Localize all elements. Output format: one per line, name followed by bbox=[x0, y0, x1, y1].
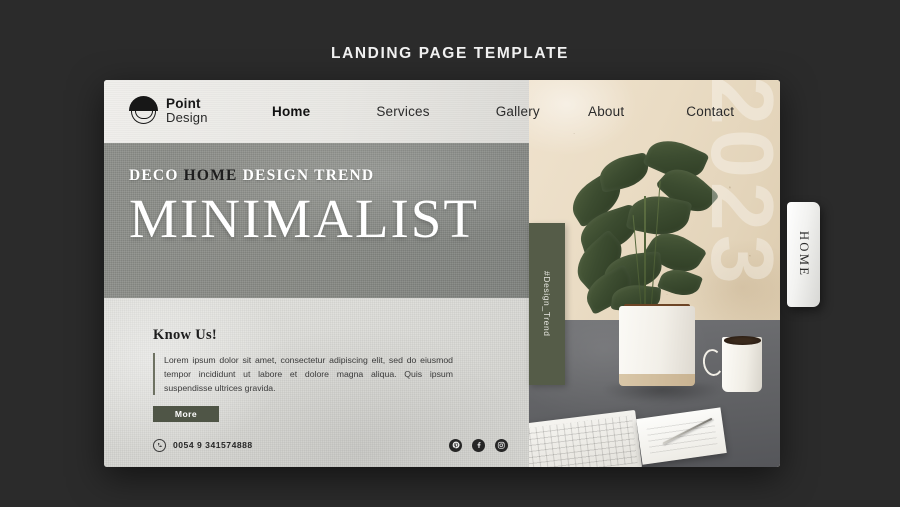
hero-title: MINIMALIST bbox=[129, 188, 479, 249]
footer-contact-row: 0054 9 341574888 bbox=[153, 435, 508, 455]
side-tab-home[interactable]: HOME bbox=[787, 202, 820, 307]
plant-pot bbox=[619, 306, 695, 384]
phone-contact[interactable]: 0054 9 341574888 bbox=[153, 438, 253, 452]
brand-name: Point Design bbox=[166, 97, 208, 124]
plant-stem bbox=[644, 196, 646, 313]
about-section: Know Us! Lorem ipsum dolor sit amet, con… bbox=[153, 327, 483, 423]
more-button[interactable]: More bbox=[153, 406, 219, 423]
nav-links-left: Home Services Gallery bbox=[272, 80, 540, 143]
navbar: Point Design Home Services Gallery About… bbox=[104, 80, 780, 143]
facebook-icon[interactable] bbox=[472, 438, 485, 452]
hero-kicker-part2: DESIGN TREND bbox=[237, 167, 375, 184]
hashtag-label: #Design_Trend bbox=[542, 271, 552, 337]
pot-shadow bbox=[604, 383, 720, 404]
plant-pot-base bbox=[619, 374, 695, 387]
landing-page-card: 2023 Point Design Home Services Gallery bbox=[104, 80, 780, 467]
about-body: Lorem ipsum dolor sit amet, consectetur … bbox=[153, 353, 453, 396]
hashtag-strip: #Design_Trend bbox=[529, 223, 565, 385]
nav-item-services[interactable]: Services bbox=[376, 104, 429, 119]
about-heading: Know Us! bbox=[153, 327, 218, 343]
nav-item-about[interactable]: About bbox=[588, 104, 624, 119]
pinterest-icon[interactable] bbox=[449, 438, 462, 452]
whatsapp-icon bbox=[153, 438, 166, 452]
phone-number: 0054 9 341574888 bbox=[173, 440, 253, 450]
instagram-icon[interactable] bbox=[495, 438, 508, 452]
hero-band: DECO HOME DESIGN TREND MINIMALIST bbox=[104, 143, 529, 298]
screenshot-root: LANDING PAGE TEMPLATE 2023 Point Design … bbox=[0, 0, 900, 507]
hero-kicker-part1: DECO bbox=[129, 167, 184, 184]
coffee-mug bbox=[722, 337, 763, 392]
hero-kicker-highlight: HOME bbox=[183, 167, 238, 184]
side-tab-label: HOME bbox=[797, 231, 811, 278]
social-links bbox=[449, 438, 508, 452]
page-title: LANDING PAGE TEMPLATE bbox=[331, 45, 569, 62]
nav-links-right: About Contact bbox=[588, 80, 734, 143]
coffee-surface bbox=[723, 336, 761, 345]
nav-item-home[interactable]: Home bbox=[272, 104, 310, 119]
brand-name-line1: Point bbox=[166, 96, 201, 112]
hero-text: DECO HOME DESIGN TREND MINIMALIST bbox=[129, 167, 517, 246]
hero-kicker: DECO HOME DESIGN TREND bbox=[129, 167, 517, 185]
point-design-logo-icon bbox=[129, 96, 158, 126]
nav-item-gallery[interactable]: Gallery bbox=[496, 104, 540, 119]
brand-name-line2: Design bbox=[166, 110, 208, 126]
nav-item-contact[interactable]: Contact bbox=[686, 104, 734, 119]
brand-logo[interactable]: Point Design bbox=[129, 96, 208, 126]
